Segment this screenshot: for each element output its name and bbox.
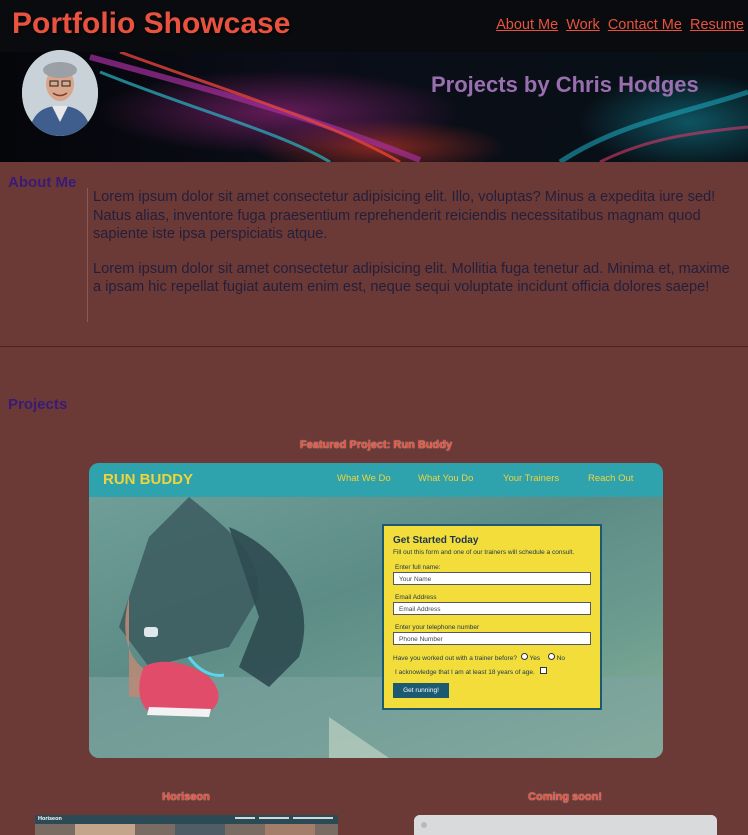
about-paragraph: Lorem ipsum dolor sit amet consectetur a… xyxy=(93,189,716,242)
runbuddy-nav-item: What You Do xyxy=(418,473,474,484)
about-heading: About Me xyxy=(8,174,77,191)
trainer-question-text: Have you worked out with a trainer befor… xyxy=(393,655,517,662)
section-divider xyxy=(0,346,748,347)
runbuddy-nav-item: What We Do xyxy=(337,473,391,484)
yes-radio xyxy=(520,653,528,660)
ack-checkbox xyxy=(539,667,547,674)
email-label: Email Address xyxy=(395,594,437,601)
projects-heading: Projects xyxy=(8,396,68,413)
name-label: Enter full name: xyxy=(395,564,441,571)
no-radio xyxy=(547,653,555,660)
signup-form: Get Started Today Fill out this form and… xyxy=(382,524,602,710)
runbuddy-nav-item: Your Trainers xyxy=(503,473,560,484)
horiseon-caption: Horiseon xyxy=(162,791,210,803)
about-text: Lorem ipsum dolor sit amet consectetur a… xyxy=(87,188,733,322)
horiseon-thumb-image xyxy=(35,817,338,835)
header-bar: Portfolio Showcase About Me Work Contact… xyxy=(0,0,748,52)
profile-avatar xyxy=(22,50,98,136)
nav-link-resume[interactable]: Resume xyxy=(690,17,744,33)
runbuddy-logo: RUN BUDDY xyxy=(103,471,193,488)
nav-link-about[interactable]: About Me xyxy=(496,17,558,33)
about-paragraph: Lorem ipsum dolor sit amet consectetur a… xyxy=(93,260,730,296)
coming-soon-project-card[interactable] xyxy=(414,815,717,835)
featured-project-card[interactable]: RUN BUDDY What We Do What You Do Your Tr… xyxy=(89,463,663,758)
site-title: Portfolio Showcase xyxy=(12,7,291,40)
no-label: No xyxy=(556,655,565,662)
coming-soon-caption: Coming soon! xyxy=(528,791,602,803)
get-running-button: Get running! xyxy=(393,683,449,698)
hero-title: Projects by Chris Hodges xyxy=(431,72,699,97)
runbuddy-header: RUN BUDDY What We Do What You Do Your Tr… xyxy=(89,463,663,497)
age-acknowledgement: I acknowledge that I am at least 18 year… xyxy=(395,667,547,676)
featured-project-caption: Featured Project: Run Buddy xyxy=(299,439,453,451)
phone-field: Phone Number xyxy=(393,632,591,645)
yes-label: Yes xyxy=(529,655,541,662)
name-field: Your Name xyxy=(393,572,591,585)
ack-text: I acknowledge that I am at least 18 year… xyxy=(395,669,535,676)
hero-banner xyxy=(0,52,748,162)
nav-link-contact[interactable]: Contact Me xyxy=(608,17,682,33)
horiseon-project-card[interactable]: Horiseon xyxy=(35,815,338,835)
email-field: Email Address xyxy=(393,602,591,615)
coming-soon-thumb-image xyxy=(414,815,717,835)
form-title: Get Started Today xyxy=(393,535,479,546)
trainer-question: Have you worked out with a trainer befor… xyxy=(393,653,565,662)
hero-light-streaks xyxy=(89,52,748,162)
phone-label: Enter your telephone number xyxy=(395,624,480,631)
runbuddy-nav-item: Reach Out xyxy=(588,473,634,484)
nav-link-work[interactable]: Work xyxy=(566,17,600,33)
form-subtitle: Fill out this form and one of our traine… xyxy=(393,549,575,556)
main-nav: About Me Work Contact Me Resume xyxy=(492,17,744,33)
